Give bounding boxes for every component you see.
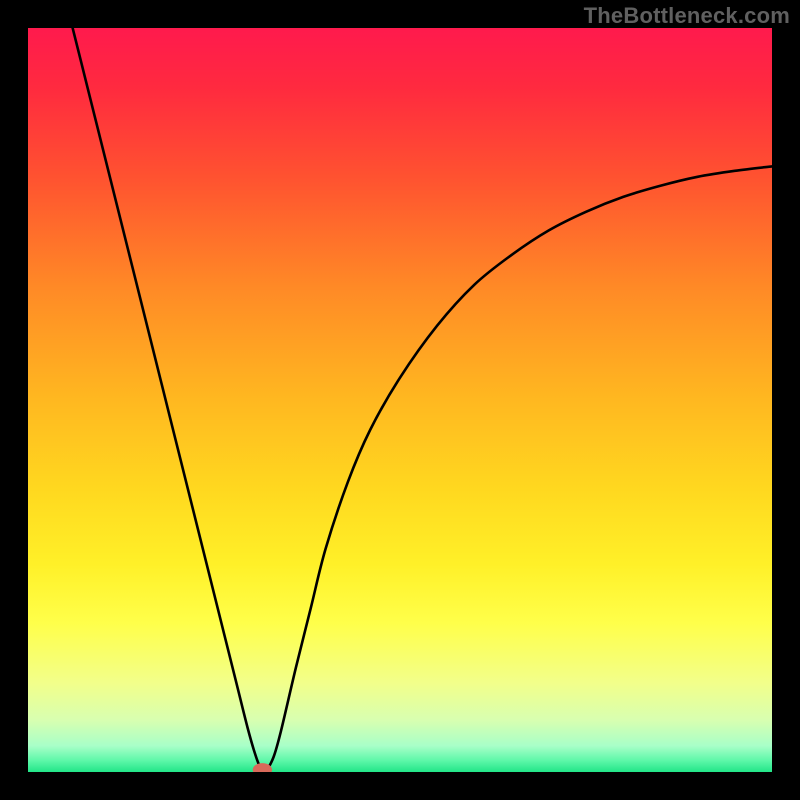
gradient-background: [28, 28, 772, 772]
plot-area: [28, 28, 772, 772]
watermark-text: TheBottleneck.com: [584, 3, 790, 29]
chart-container: TheBottleneck.com: [0, 0, 800, 800]
chart-svg: [28, 28, 772, 772]
